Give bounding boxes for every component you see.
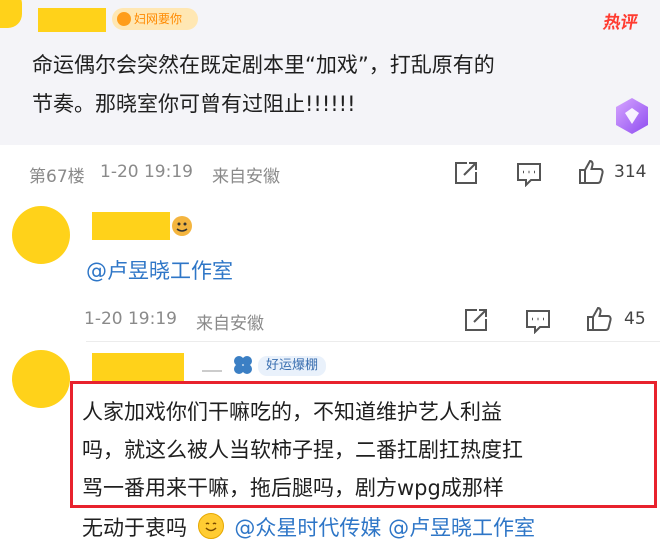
- like-icon[interactable]: [577, 158, 605, 186]
- fan-badge: 好运爆棚: [258, 356, 327, 376]
- comment-text: 无动于衷吗: [82, 516, 187, 540]
- username[interactable]: [92, 353, 184, 381]
- mention-link[interactable]: @众星时代传媒: [234, 516, 381, 540]
- mention-link[interactable]: @卢昱晓工作室: [388, 516, 535, 540]
- mention-link[interactable]: @卢昱晓工作室: [86, 254, 233, 289]
- comment-location: 来自安徽: [212, 167, 280, 187]
- divider: [86, 341, 660, 342]
- comment-text-line: 无动于衷吗 @众星时代传媒 @卢昱晓工作室: [82, 511, 535, 546]
- gift-medal-icon[interactable]: [612, 96, 652, 136]
- connector-line: [202, 370, 222, 372]
- username[interactable]: [38, 8, 106, 32]
- floor-number: 第67楼: [29, 167, 85, 187]
- fan-badge: 妇网要你: [112, 8, 198, 30]
- username[interactable]: [92, 212, 170, 240]
- comment-location: 来自安徽: [196, 314, 264, 334]
- hot-comment-label: 热评: [601, 13, 640, 33]
- comment-text-line: 命运偶尔会突然在既定剧本里“加戏”，打乱原有的: [32, 53, 495, 77]
- comment-time: 1-20 19:19: [84, 309, 177, 329]
- sticker-icon: [170, 214, 194, 238]
- share-icon[interactable]: [463, 307, 489, 333]
- like-count: 314: [614, 162, 647, 182]
- clover-icon: [232, 354, 254, 376]
- badge-icon: [117, 12, 131, 26]
- like-count: 45: [624, 309, 646, 329]
- comment-time: 1-20 19:19: [100, 162, 193, 182]
- avatar[interactable]: [12, 206, 70, 264]
- like-icon[interactable]: [585, 305, 613, 333]
- avatar[interactable]: [0, 0, 22, 28]
- comment-text-line: 吗，就这么被人当软柿子捏，二番扛剧扛热度扛: [82, 438, 523, 462]
- smile-emoji-icon: [197, 513, 224, 539]
- share-icon[interactable]: [453, 160, 479, 186]
- comment-text-line: 节奏。那晓室你可曾有过阻止!!!!!!: [32, 92, 356, 116]
- comment-text-line: 骂一番用来干嘛，拖后腿吗，剧方wpg成那样: [82, 476, 504, 500]
- hot-comment-card: 妇网要你 热评 命运偶尔会突然在既定剧本里“加戏”，打乱原有的 节奏。那晓室你可…: [0, 0, 660, 145]
- comment-icon[interactable]: [524, 308, 552, 334]
- comment-text-line: 人家加戏你们干嘛吃的，不知道维护艺人利益: [82, 400, 502, 424]
- avatar[interactable]: [12, 350, 70, 408]
- comment-icon[interactable]: [515, 161, 543, 187]
